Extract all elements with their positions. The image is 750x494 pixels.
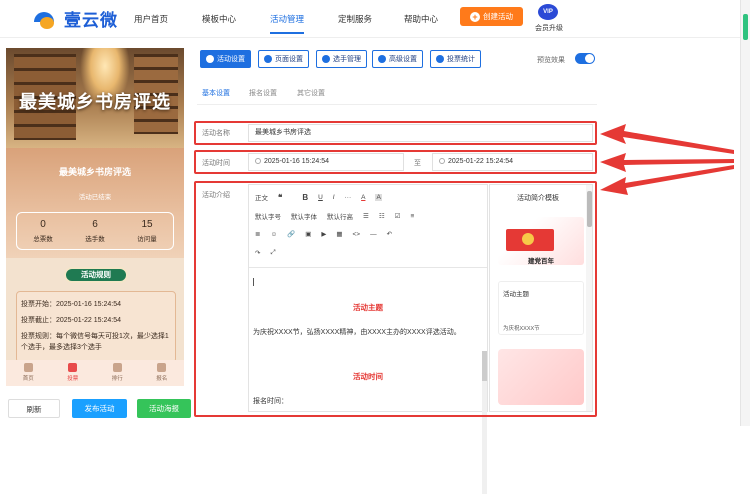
- advanced-settings-button[interactable]: 高级设置: [372, 50, 423, 68]
- stat-total-votes: 0 总票数: [17, 213, 69, 249]
- preview-banner: 最美城乡书房评选: [6, 48, 184, 148]
- rules-box: 投票开始：2025-01-16 15:24:54 投票截止：2025-01-22…: [16, 291, 176, 363]
- event-name: 最美城乡书房评选: [58, 167, 131, 177]
- preview-tabbar: 首页 投票 排行 报名: [6, 360, 184, 386]
- button-label: 页面设置: [275, 56, 303, 63]
- refresh-button[interactable]: 刷新: [8, 399, 60, 418]
- stat-label: 选手数: [85, 236, 105, 243]
- stat-label: 访问量: [137, 236, 157, 243]
- mobile-preview: 最美城乡书房评选 最美城乡书房评选 活动已结束 0 总票数 6 选手数 15 访…: [6, 48, 184, 386]
- create-activity-button[interactable]: + 创建活动: [460, 7, 523, 26]
- button-label: 选手管理: [333, 56, 361, 63]
- button-label: 投票统计: [447, 56, 475, 63]
- rule-end: 投票截止：2025-01-22 15:24:54: [21, 317, 121, 324]
- rule-vote: 投票规则：每个微信号每天可投1次，最少选择1个选手，最多选择3个选手: [21, 333, 169, 351]
- highlight-box-time: [194, 150, 597, 174]
- event-status: 活动已结束: [78, 194, 112, 201]
- plus-icon: +: [470, 11, 480, 22]
- highlight-box-name: [194, 121, 597, 145]
- stat-visits: 15 访问量: [121, 213, 173, 249]
- preview-toggle[interactable]: [575, 53, 595, 64]
- poster-button[interactable]: 活动海报: [137, 399, 191, 418]
- annotation-arrows: [600, 124, 734, 195]
- rules-button[interactable]: 活动规则: [64, 267, 128, 283]
- nav-help-center[interactable]: 帮助中心: [404, 13, 438, 25]
- signup-icon: [157, 363, 167, 372]
- logo[interactable]: 壹云微: [34, 6, 118, 31]
- vote-statistics-button[interactable]: 投票统计: [430, 50, 481, 68]
- vote-icon: [68, 363, 78, 372]
- vip-badge-icon[interactable]: VIP: [538, 4, 558, 20]
- tab-label: 排行: [111, 376, 123, 382]
- stats-box: 0 总票数 6 选手数 15 访问量: [16, 212, 174, 250]
- banner-title: 最美城乡书房评选: [19, 92, 171, 113]
- nav-template-center[interactable]: 模板中心: [202, 13, 236, 25]
- scrollbar-thumb[interactable]: [743, 14, 748, 40]
- home-icon: [23, 363, 33, 372]
- activity-settings-button[interactable]: 活动设置: [200, 50, 251, 68]
- nav-user-home[interactable]: 用户首页: [134, 13, 168, 25]
- users-icon: [322, 55, 330, 63]
- tab-basic-settings[interactable]: 基本设置: [202, 88, 230, 105]
- page-settings-button[interactable]: 页面设置: [258, 50, 309, 68]
- create-activity-label: 创建活动: [483, 12, 513, 21]
- button-label: 高级设置: [389, 56, 417, 63]
- tab-label: 报名: [156, 376, 168, 382]
- tab-home[interactable]: 首页: [6, 360, 51, 386]
- stat-value: 0: [40, 219, 46, 230]
- rule-start: 投票开始：2025-01-16 15:24:54: [21, 301, 121, 308]
- button-label: 活动设置: [217, 56, 245, 63]
- tab-label: 投票: [67, 376, 79, 382]
- settings-icon: [206, 55, 214, 63]
- tab-signup-settings[interactable]: 报名设置: [249, 88, 277, 98]
- preview-effect-label: 预览效果: [537, 57, 565, 64]
- publish-button[interactable]: 发布活动: [72, 399, 127, 418]
- top-bar: 壹云微 用户首页 模板中心 活动管理 定制服务 帮助中心 + 创建活动 VIP …: [0, 0, 740, 38]
- vip-upgrade-label[interactable]: 会员升级: [535, 23, 563, 33]
- stat-value: 6: [92, 219, 98, 230]
- sliders-icon: [378, 55, 386, 63]
- page-scrollbar[interactable]: [740, 0, 750, 426]
- logo-icon: [34, 8, 60, 30]
- tab-signup[interactable]: 报名: [140, 360, 185, 386]
- tab-other-settings[interactable]: 其它设置: [297, 88, 325, 98]
- event-info-card: 最美城乡书房评选 活动已结束 0 总票数 6 选手数 15 访问量: [6, 148, 184, 258]
- tab-vote[interactable]: 投票: [51, 360, 96, 386]
- stat-label: 总票数: [33, 236, 53, 243]
- tab-label: 首页: [22, 376, 34, 382]
- stat-contestants: 6 选手数: [69, 213, 121, 249]
- page-icon: [264, 55, 272, 63]
- chart-icon: [436, 55, 444, 63]
- ranking-icon: [112, 363, 122, 372]
- divider: [197, 104, 597, 105]
- tab-ranking[interactable]: 排行: [95, 360, 140, 386]
- nav-activity-management[interactable]: 活动管理: [270, 13, 305, 34]
- arrow-icon: [600, 124, 734, 154]
- highlight-box-intro: [194, 181, 597, 417]
- nav-custom-service[interactable]: 定制服务: [338, 13, 372, 25]
- stat-value: 15: [141, 219, 153, 230]
- contestant-management-button[interactable]: 选手管理: [316, 50, 367, 68]
- logo-text: 壹云微: [64, 11, 118, 30]
